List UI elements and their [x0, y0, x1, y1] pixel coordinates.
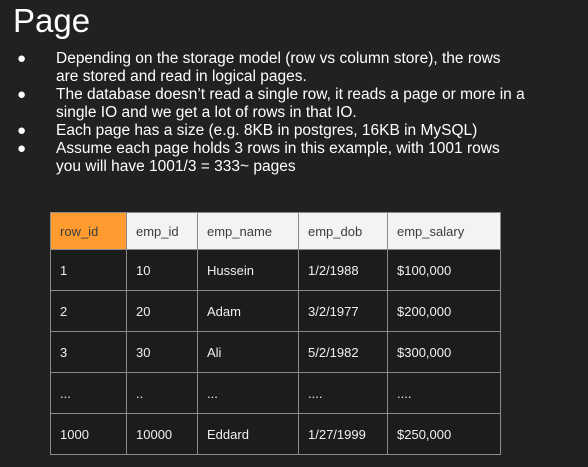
cell-emp-name: ...	[197, 372, 299, 414]
column-header-emp-salary: emp_salary	[387, 212, 501, 250]
bullet-text: The database doesn’t read a single row, …	[56, 86, 525, 121]
cell-emp-salary: $100,000	[387, 249, 501, 291]
cell-emp-dob: 1/2/1988	[298, 249, 388, 291]
table-row: 3 30 Ali 5/2/1982 $300,000	[50, 331, 501, 373]
bullet-dot-icon: ●	[17, 122, 27, 139]
column-header-emp-dob: emp_dob	[298, 212, 388, 250]
column-header-row-id: row_id	[50, 212, 127, 250]
bullet-text: Each page has a size (e.g. 8KB in postgr…	[56, 122, 478, 139]
table-header-row: row_id emp_id emp_name emp_dob emp_salar…	[50, 212, 501, 250]
bullet-item: ● Each page has a size (e.g. 8KB in post…	[14, 122, 584, 140]
table-row: ... .. ... .... ....	[50, 372, 501, 414]
bullet-item: ● The database doesn’t read a single row…	[14, 86, 584, 122]
cell-emp-name: Eddard	[197, 413, 299, 455]
employee-table: row_id emp_id emp_name emp_dob emp_salar…	[50, 212, 501, 455]
cell-emp-salary: $250,000	[387, 413, 501, 455]
column-header-emp-name: emp_name	[197, 212, 299, 250]
cell-row-id: ...	[50, 372, 127, 414]
column-header-emp-id: emp_id	[126, 212, 198, 250]
cell-emp-dob: ....	[298, 372, 388, 414]
bullet-item: ● Depending on the storage model (row vs…	[14, 50, 584, 86]
bullet-text: Depending on the storage model (row vs c…	[56, 50, 501, 85]
cell-emp-dob: 5/2/1982	[298, 331, 388, 373]
cell-emp-name: Adam	[197, 290, 299, 332]
table-row: 1000 10000 Eddard 1/27/1999 $250,000	[50, 413, 501, 455]
cell-emp-id: 10000	[126, 413, 198, 455]
cell-emp-salary: ....	[387, 372, 501, 414]
cell-row-id: 1000	[50, 413, 127, 455]
cell-emp-salary: $200,000	[387, 290, 501, 332]
cell-emp-dob: 3/2/1977	[298, 290, 388, 332]
cell-emp-id: 10	[126, 249, 198, 291]
bullet-dot-icon: ●	[17, 50, 27, 67]
table-row: 1 10 Hussein 1/2/1988 $100,000	[50, 249, 501, 291]
bullet-list: ● Depending on the storage model (row vs…	[14, 50, 584, 176]
slide-title: Page	[13, 2, 91, 39]
table-row: 2 20 Adam 3/2/1977 $200,000	[50, 290, 501, 332]
bullet-dot-icon: ●	[17, 86, 27, 103]
cell-emp-name: Ali	[197, 331, 299, 373]
cell-emp-salary: $300,000	[387, 331, 501, 373]
cell-row-id: 1	[50, 249, 127, 291]
cell-row-id: 2	[50, 290, 127, 332]
cell-emp-name: Hussein	[197, 249, 299, 291]
cell-emp-id: ..	[126, 372, 198, 414]
bullet-dot-icon: ●	[17, 140, 27, 157]
cell-emp-id: 20	[126, 290, 198, 332]
cell-row-id: 3	[50, 331, 127, 373]
bullet-text: Assume each page holds 3 rows in this ex…	[56, 140, 500, 175]
cell-emp-id: 30	[126, 331, 198, 373]
cell-emp-dob: 1/27/1999	[298, 413, 388, 455]
bullet-item: ● Assume each page holds 3 rows in this …	[14, 140, 584, 176]
